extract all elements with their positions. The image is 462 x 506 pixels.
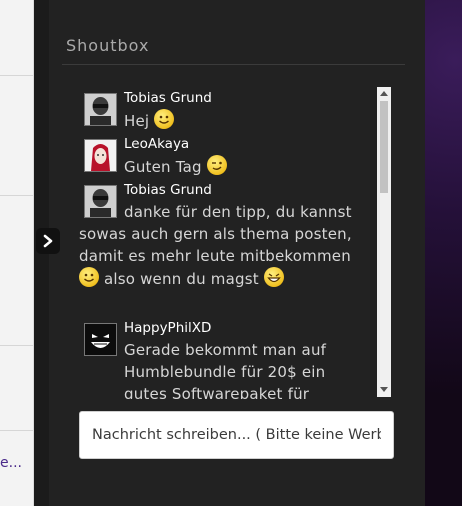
truncated-link[interactable]: e... xyxy=(0,455,22,471)
left-page-fragment: e... xyxy=(0,0,34,506)
username[interactable]: Tobias Grund xyxy=(124,90,212,106)
collapse-sidebar-button[interactable] xyxy=(36,228,60,254)
grin-icon xyxy=(263,267,284,287)
scrollbar-thumb[interactable] xyxy=(380,101,388,193)
messages-scrollbar[interactable] xyxy=(377,87,391,397)
divider xyxy=(0,430,33,431)
wink-icon xyxy=(206,155,227,175)
username[interactable]: HappyPhilXD xyxy=(124,320,211,336)
background-artwork xyxy=(425,0,462,506)
chevron-right-icon xyxy=(43,234,53,248)
tobias-avatar xyxy=(84,93,117,126)
message-text: Hej xyxy=(124,109,175,132)
scroll-down-icon[interactable] xyxy=(380,387,388,392)
message-input[interactable] xyxy=(79,411,394,459)
message-text: danke für den tipp, du kannst sowas auch… xyxy=(79,201,364,290)
divider xyxy=(0,75,33,76)
message-text: Gerade bekommt man auf Humblebundle für … xyxy=(124,341,327,399)
username[interactable]: Tobias Grund xyxy=(124,182,212,198)
message-text-content: also wenn du magst xyxy=(103,270,259,288)
message-text-content: Guten Tag xyxy=(124,158,202,176)
username[interactable]: LeoAkaya xyxy=(124,136,189,152)
scroll-up-icon[interactable] xyxy=(380,91,388,96)
shoutbox-messages: Tobias Grund Hej LeoAkaya Guten Tag Tobi… xyxy=(79,87,375,399)
title-divider xyxy=(62,64,405,65)
message-text-content: danke für den tipp, du kannst sowas auch… xyxy=(79,203,352,265)
message-text: Guten Tag xyxy=(124,155,227,178)
smiley-icon xyxy=(154,109,175,129)
divider xyxy=(0,195,33,196)
smiley-icon xyxy=(79,267,99,287)
leoakaya-avatar xyxy=(84,139,117,172)
divider xyxy=(0,345,33,346)
message-text-content: Hej xyxy=(124,112,150,130)
shoutbox-title: Shoutbox xyxy=(66,36,150,55)
happyphil-avatar xyxy=(84,323,117,356)
